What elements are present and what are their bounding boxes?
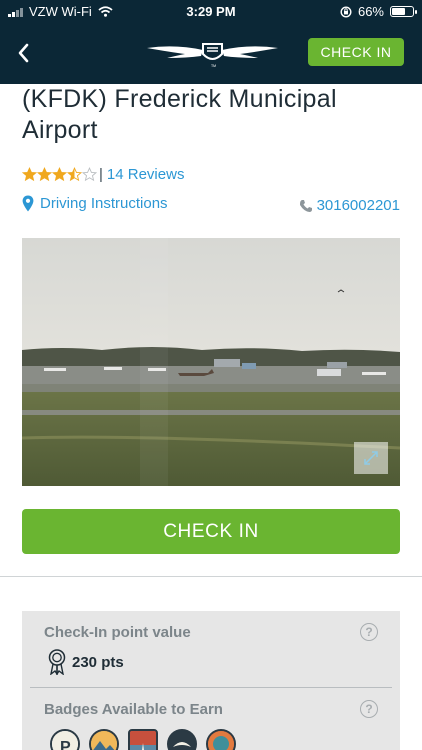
status-right: 66% [340, 4, 417, 19]
award-ribbon-icon [48, 649, 66, 675]
eagle-badge-icon[interactable] [167, 729, 197, 750]
mountain-badge-icon[interactable] [89, 729, 119, 750]
star-icon [82, 166, 97, 181]
back-button[interactable] [10, 38, 40, 68]
airport-photo-image [22, 238, 400, 486]
panel-divider [30, 687, 392, 688]
rating-separator: | [99, 165, 103, 183]
status-bar: VZW Wi-Fi 3:29 PM 66% [0, 0, 422, 24]
expand-icon [364, 451, 378, 465]
driving-instructions-label: Driving Instructions [40, 195, 168, 212]
points-value: 230 pts [72, 653, 124, 671]
points-help-icon[interactable]: ? [360, 623, 378, 641]
phone-link[interactable]: 3016002201 [299, 197, 400, 214]
badges-help-icon[interactable]: ? [360, 700, 378, 718]
map-pin-icon [22, 195, 34, 212]
check-in-info-panel: Check-In point value ? 230 pts Badges Av… [22, 611, 400, 750]
svg-text:TM: TM [211, 64, 216, 68]
airport-photo[interactable] [22, 238, 400, 486]
battery-icon [390, 6, 417, 17]
star-icon [37, 166, 52, 181]
state-badge-icon[interactable] [206, 729, 236, 750]
battery-percent: 66% [357, 4, 384, 19]
chevron-left-icon [18, 43, 29, 63]
phone-icon [299, 199, 312, 212]
runway-badge-icon[interactable] [128, 729, 158, 750]
badges-label: Badges Available to Earn [44, 701, 223, 718]
section-divider [0, 576, 422, 577]
wings-logo-icon: TM [147, 43, 278, 68]
points-label: Check-In point value [44, 624, 191, 641]
parking-badge-icon[interactable]: P [50, 729, 80, 750]
points-value-row: 230 pts [48, 649, 124, 675]
header-check-in-button[interactable]: CHECK IN [308, 38, 404, 66]
star-icon [67, 166, 82, 181]
badges-row: P [50, 729, 236, 750]
airport-title: (KFDK) Frederick Municipal Airport [22, 85, 337, 144]
driving-instructions-link[interactable]: Driving Instructions [22, 195, 168, 212]
check-in-button[interactable]: CHECK IN [22, 509, 400, 554]
orientation-lock-icon [340, 5, 352, 18]
star-rating [22, 166, 97, 182]
expand-photo-button[interactable] [354, 442, 388, 474]
rating-row: | 14 Reviews [22, 164, 184, 184]
reviews-link[interactable]: 14 Reviews [107, 166, 185, 183]
phone-number: 3016002201 [316, 197, 400, 214]
star-icon [22, 166, 37, 181]
star-icon [52, 166, 67, 181]
svg-text:P: P [60, 739, 71, 750]
nav-bar: TM CHECK IN [0, 24, 422, 84]
